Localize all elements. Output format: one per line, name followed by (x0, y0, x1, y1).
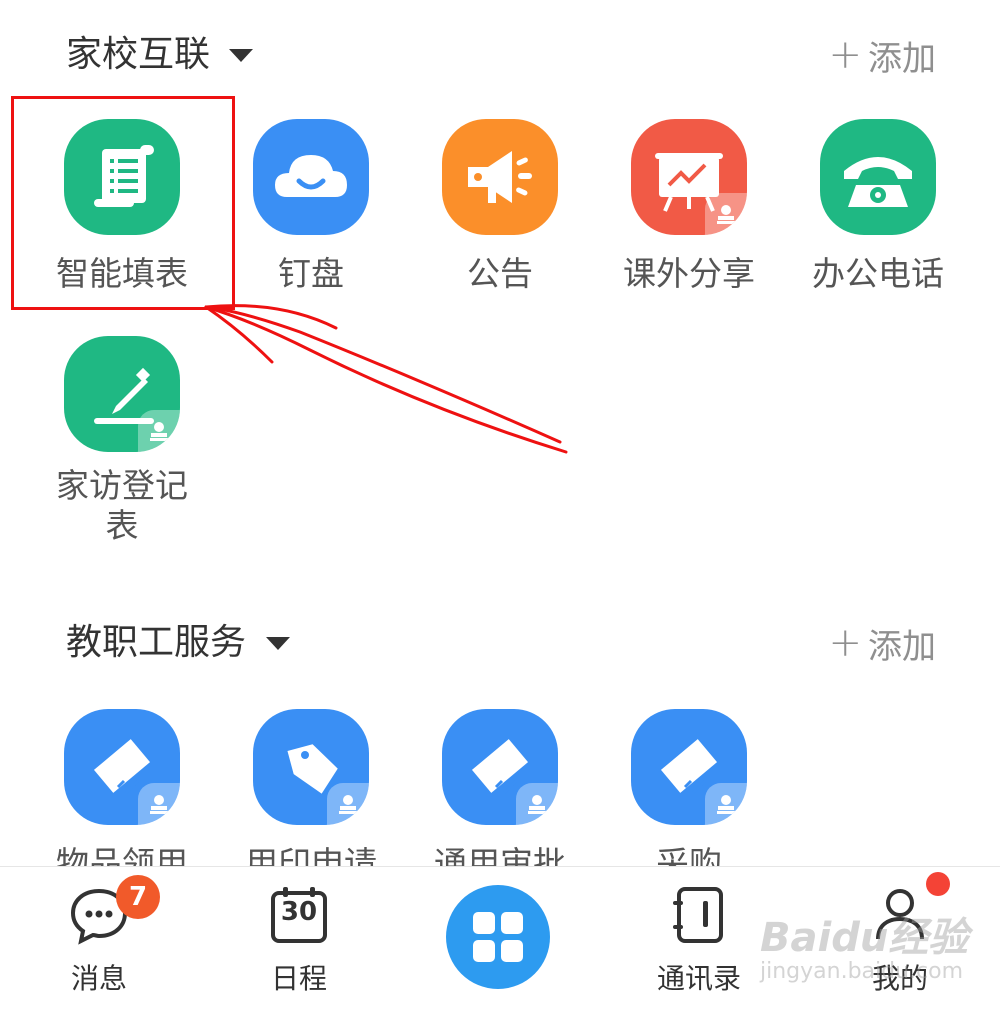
workbench-button[interactable] (446, 885, 550, 989)
tab-label: 日程 (270, 962, 327, 995)
contacts-book-icon (673, 887, 723, 943)
unread-count-badge: 7 (116, 875, 160, 919)
watermark-sub: jingyan.baidu.com (760, 959, 964, 984)
tab-label: 通讯录 (656, 962, 741, 995)
tab-label: 消息 (70, 962, 127, 995)
grid-apps-icon (473, 912, 523, 962)
notification-dot (926, 872, 950, 896)
tab-schedule[interactable]: 30 日程 (229, 867, 369, 1012)
calendar-day: 30 (280, 897, 318, 927)
watermark-main: Baidu经验 (760, 915, 969, 961)
watermark: Baidu经验 jingyan.baidu.com (760, 905, 990, 995)
tab-contacts[interactable]: 通讯录 (629, 867, 769, 1012)
annotation-arrow-icon (204, 304, 568, 454)
